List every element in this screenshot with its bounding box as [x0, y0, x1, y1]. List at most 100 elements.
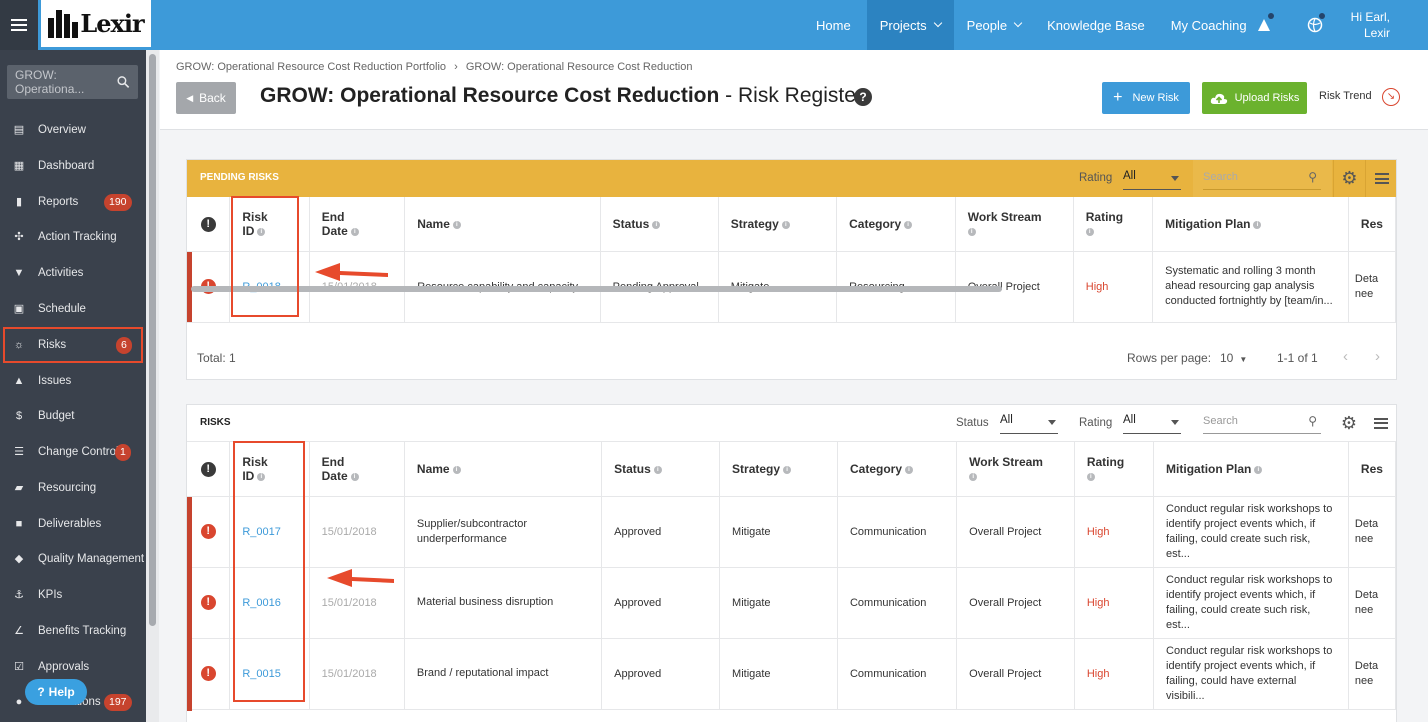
- column-category[interactable]: Category i: [836, 197, 956, 252]
- nav-people[interactable]: People: [954, 0, 1034, 50]
- column-res[interactable]: Res: [1348, 442, 1396, 497]
- sidebar-item-resourcing[interactable]: ▰ Resourcing: [0, 470, 146, 506]
- highlight-box-risk-ids: [233, 441, 305, 702]
- alert-bell-icon[interactable]: [1256, 13, 1274, 33]
- column-mitigation-plan[interactable]: Mitigation Plan i: [1152, 197, 1349, 252]
- risk-trend-label[interactable]: Risk Trend: [1319, 90, 1372, 102]
- sidebar-item-issues[interactable]: ▲ Issues: [0, 363, 146, 399]
- column-rating[interactable]: Rating i: [1073, 197, 1154, 252]
- sidebar: GROW: Operationa... ▤ Overview ▦ Dashboard…: [0, 50, 146, 722]
- info-icon: i: [781, 220, 790, 229]
- name-line: Brand / reputational impact: [416, 667, 549, 679]
- rating-filter-select[interactable]: All: [1123, 412, 1181, 434]
- sidebar-item-benefits-tracking[interactable]: ∠ Benefits Tracking: [0, 613, 146, 649]
- user-greeting[interactable]: Hi Earl, Lexir: [1351, 9, 1390, 41]
- pending-settings-gear-icon[interactable]: ⚙: [1333, 160, 1365, 197]
- status-filter-label: Status: [956, 417, 989, 429]
- sidebar-item-risks[interactable]: ☼ Risks 6: [3, 327, 143, 363]
- work-stream-cell: Overall Project: [956, 496, 1075, 568]
- sidebar-item-label: KPIs: [38, 589, 63, 601]
- pending-list-menu-icon[interactable]: [1365, 160, 1396, 197]
- greeting-line-2: Lexir: [1363, 26, 1390, 40]
- table-row[interactable]: ! R_0017 15/01/2018 Supplier/subcontract…: [187, 496, 1396, 568]
- risks-search-input[interactable]: Search ⚲: [1203, 412, 1321, 434]
- sidebar-item-dashboard[interactable]: ▦ Dashboard: [0, 148, 146, 184]
- rating-cell: High: [1074, 567, 1155, 639]
- column-res[interactable]: Res: [1348, 197, 1396, 252]
- nav-projects[interactable]: Projects: [866, 0, 954, 50]
- sidebar-item-activities[interactable]: ▼ Activities: [0, 255, 146, 291]
- breadcrumb-portfolio-link[interactable]: GROW: Operational Resource Cost Reductio…: [176, 61, 446, 73]
- globe-icon[interactable]: [1307, 13, 1325, 33]
- info-icon: i: [350, 227, 359, 236]
- column-category[interactable]: Category i: [837, 442, 958, 497]
- column-end-date[interactable]: End Date i: [309, 442, 405, 497]
- alert-column-icon: !: [200, 216, 216, 232]
- trend-down-icon[interactable]: ↘: [1382, 88, 1400, 106]
- rating-filter-value: All: [1123, 170, 1136, 182]
- rating-filter-select[interactable]: All: [1123, 168, 1181, 190]
- nav-knowledge-base[interactable]: Knowledge Base: [1034, 0, 1158, 50]
- name-line: Supplier/subcontractor: [416, 517, 527, 530]
- sidebar-item-reports[interactable]: ▮ Reports 190: [0, 184, 146, 220]
- sidebar-item-schedule[interactable]: ▣ Schedule: [0, 291, 146, 327]
- overview-icon: ▤: [13, 124, 25, 136]
- res-cell: Deta nee: [1348, 496, 1396, 568]
- chart-icon: ∠: [14, 625, 24, 637]
- back-button[interactable]: ◀ Back: [176, 82, 236, 114]
- column-rating[interactable]: Rating i: [1074, 442, 1155, 497]
- project-search-input[interactable]: GROW: Operationa...: [7, 65, 138, 99]
- column-end-date[interactable]: End Date i: [309, 197, 406, 252]
- nav-my-coaching[interactable]: My Coaching: [1158, 0, 1260, 50]
- column-strategy[interactable]: Strategy i: [718, 197, 838, 252]
- pending-search-input[interactable]: Search ⚲: [1203, 168, 1321, 190]
- prev-page-icon[interactable]: ‹: [1343, 348, 1348, 365]
- lexir-logo[interactable]: Lexir: [38, 0, 154, 50]
- highlight-box-pending-risk-id: [231, 196, 299, 317]
- rows-per-page-select[interactable]: 10 ▼: [1220, 351, 1247, 365]
- truck-icon: ■: [15, 518, 23, 530]
- sidebar-item-kpis[interactable]: ⚓ KPIs: [0, 577, 146, 613]
- mitigation-line: failing, could have external visibili...: [1166, 674, 1297, 702]
- column-name[interactable]: Name i: [404, 442, 603, 497]
- info-icon: i: [1086, 472, 1095, 481]
- column-mitigation-plan[interactable]: Mitigation Plan i: [1153, 442, 1349, 497]
- column-label: Name: [417, 216, 450, 231]
- status-filter-select[interactable]: All: [1000, 412, 1058, 434]
- horizontal-scrollbar[interactable]: [191, 286, 1002, 292]
- column-status[interactable]: Status i: [601, 442, 721, 497]
- res-line: nee: [1354, 532, 1374, 545]
- breadcrumb-project-link[interactable]: GROW: Operational Resource Cost Reductio…: [466, 61, 693, 73]
- new-risk-button[interactable]: + New Risk: [1102, 82, 1190, 114]
- nav-people-label: People: [966, 17, 1008, 33]
- sidebar-item-overview[interactable]: ▤ Overview: [0, 112, 146, 148]
- end-date-cell: 15/01/2018: [309, 638, 405, 710]
- search-icon: ⚲: [1308, 414, 1317, 428]
- column-work-stream[interactable]: Work Stream i: [956, 442, 1075, 497]
- help-button[interactable]: ? Help: [25, 679, 87, 705]
- pagination-range: 1-1 of 1: [1277, 351, 1318, 365]
- column-work-stream[interactable]: Work Stream i: [955, 197, 1074, 252]
- sidebar-item-label: Budget: [38, 410, 75, 422]
- cloud-upload-icon: [1210, 93, 1227, 104]
- sidebar-item-change-control[interactable]: ☰ Change Control 1: [0, 434, 146, 470]
- strategy-cell: Mitigate: [719, 567, 838, 639]
- risks-list-menu-icon[interactable]: [1365, 405, 1396, 442]
- table-row[interactable]: ! R_0015 15/01/2018 Brand / reputational…: [187, 638, 1396, 710]
- sidebar-item-deliverables[interactable]: ■ Deliverables: [0, 506, 146, 542]
- risks-settings-gear-icon[interactable]: ⚙: [1333, 405, 1365, 442]
- nav-home[interactable]: Home: [800, 0, 867, 50]
- sidebar-scrollbar-thumb[interactable]: [149, 54, 156, 626]
- next-page-icon[interactable]: ›: [1375, 348, 1380, 365]
- sidebar-item-budget[interactable]: $ Budget: [0, 398, 146, 434]
- sidebar-item-quality-management[interactable]: ◆ Quality Management: [0, 541, 146, 577]
- column-status[interactable]: Status i: [600, 197, 719, 252]
- column-strategy[interactable]: Strategy i: [719, 442, 838, 497]
- res-line: Deta: [1354, 588, 1379, 601]
- sidebar-item-action-tracking[interactable]: ✣ Action Tracking: [0, 219, 146, 255]
- upload-risks-button[interactable]: Upload Risks: [1202, 82, 1307, 114]
- column-name[interactable]: Name i: [404, 197, 601, 252]
- footer-divider: [187, 322, 1396, 323]
- help-question-icon[interactable]: ?: [854, 88, 872, 106]
- hamburger-menu-button[interactable]: [0, 0, 38, 50]
